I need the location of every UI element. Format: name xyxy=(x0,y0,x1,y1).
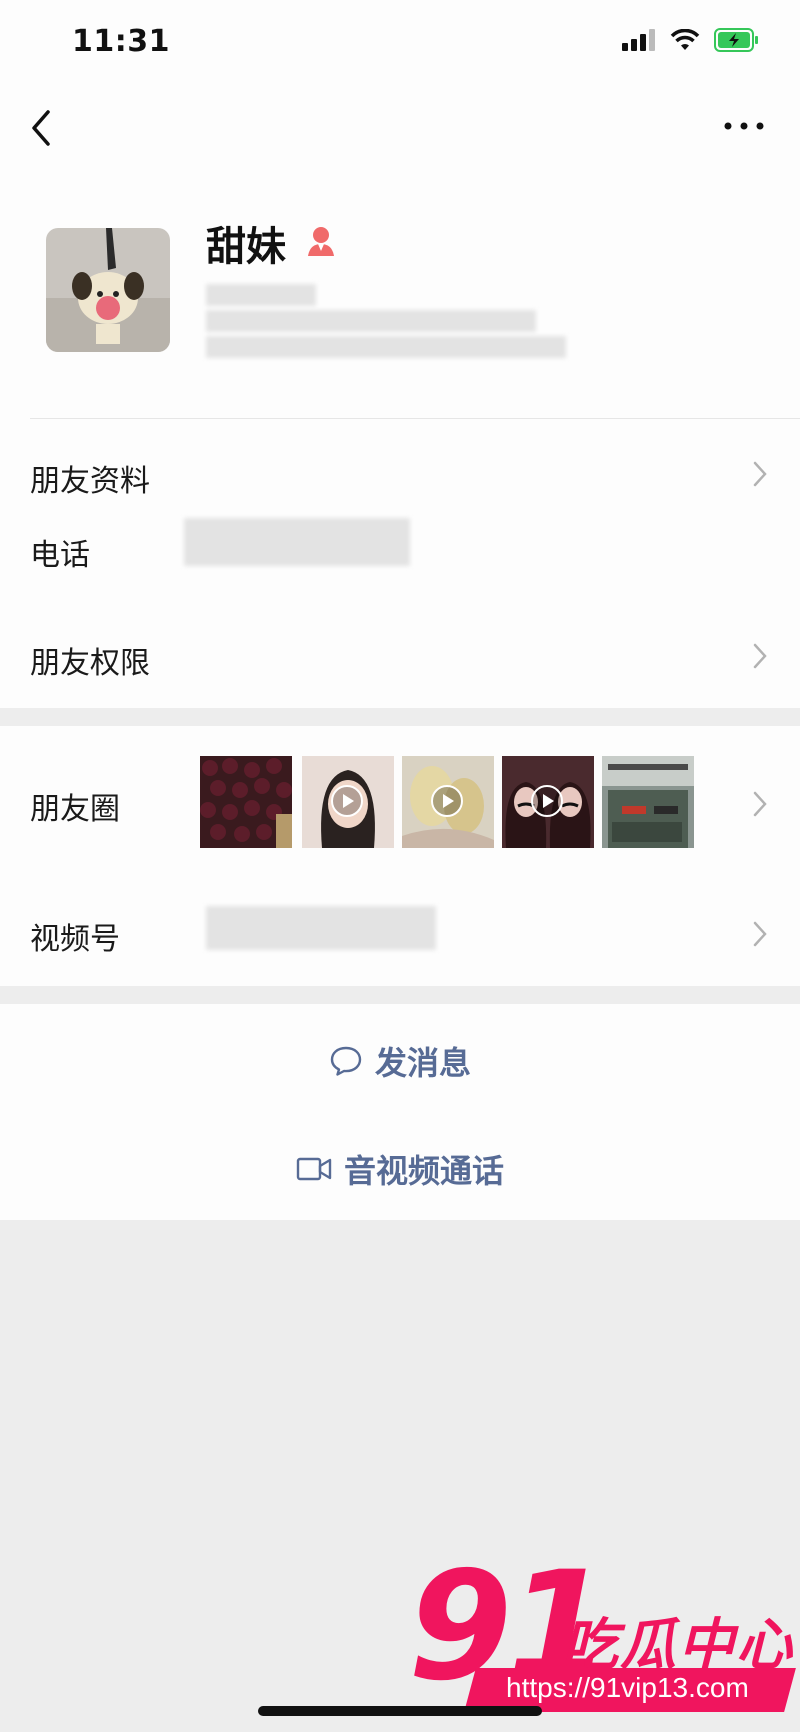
channels-label[interactable]: 视频号 xyxy=(30,914,120,958)
chevron-right-icon[interactable] xyxy=(752,790,768,818)
send-message-label: 发消息 xyxy=(374,1044,471,1082)
play-icon xyxy=(531,785,563,817)
friend-permissions-label[interactable]: 朋友权限 xyxy=(30,638,150,682)
chevron-right-icon[interactable] xyxy=(752,460,768,488)
moments-video-thumbnail[interactable] xyxy=(402,756,494,848)
wifi-icon xyxy=(670,29,700,50)
play-icon xyxy=(431,785,463,817)
moments-video-thumbnail[interactable] xyxy=(302,756,394,848)
moments-label[interactable]: 朋友圈 xyxy=(30,784,120,828)
moments-thumbnail[interactable] xyxy=(602,756,694,848)
signal-icon xyxy=(622,29,655,51)
friend-info-label[interactable]: 朋友资料 xyxy=(30,456,150,500)
chevron-right-icon[interactable] xyxy=(752,642,768,670)
redacted-alias xyxy=(206,284,316,306)
redacted-channels xyxy=(206,906,436,950)
redacted-phone[interactable] xyxy=(184,518,410,566)
send-message-button[interactable]: 发消息 xyxy=(0,1038,800,1084)
video-call-label: 音视频通话 xyxy=(343,1152,504,1190)
status-time: 11:31 xyxy=(72,24,170,59)
video-call-button[interactable]: 音视频通话 xyxy=(0,1146,800,1192)
more-icon[interactable] xyxy=(722,112,766,140)
chat-bubble-icon xyxy=(330,1046,362,1076)
battery-icon xyxy=(714,28,758,52)
status-icons xyxy=(622,28,760,52)
profile-name: 甜妹 xyxy=(206,224,286,270)
video-camera-icon xyxy=(296,1157,332,1181)
avatar[interactable] xyxy=(46,228,170,352)
play-icon xyxy=(331,785,363,817)
female-icon xyxy=(308,227,334,256)
phone-label: 电话 xyxy=(30,538,90,573)
redacted-wechat-id xyxy=(206,310,536,332)
back-icon[interactable] xyxy=(26,106,56,150)
divider xyxy=(30,418,800,419)
chevron-right-icon[interactable] xyxy=(752,920,768,948)
redacted-region xyxy=(206,336,566,358)
moments-video-thumbnail[interactable] xyxy=(502,756,594,848)
moments-thumbnail[interactable] xyxy=(200,756,292,848)
home-indicator[interactable] xyxy=(258,1706,542,1716)
watermark-url: https://91vip13.com xyxy=(506,1672,749,1703)
